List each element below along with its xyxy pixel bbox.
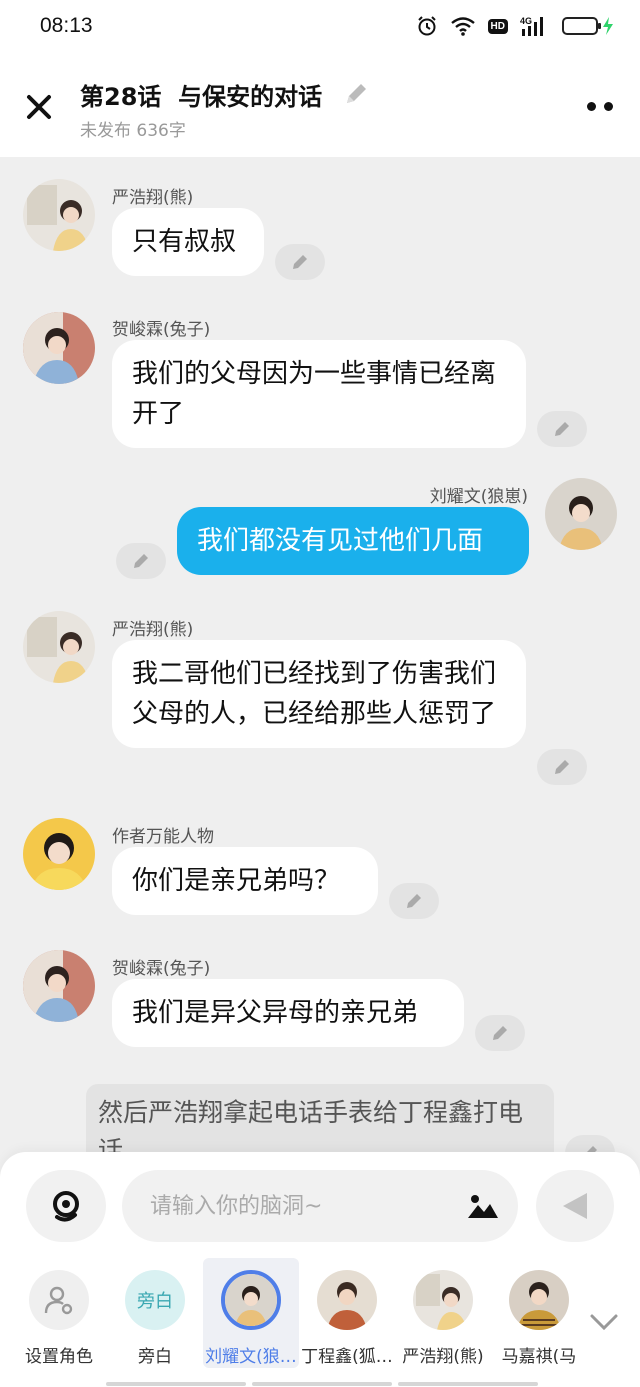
- pencil-icon: [555, 760, 569, 774]
- speaker-name: 贺峻霖(兔子): [112, 320, 211, 340]
- speaker-name: 贺峻霖(兔子): [112, 959, 211, 979]
- more-icon-dot: [604, 101, 613, 111]
- message-bubble[interactable]: 我们是异父异母的亲兄弟: [112, 979, 464, 1047]
- signal-4g-icon: 4G: [520, 15, 550, 37]
- role-selector: 设置角色 旁白 旁白 刘耀文(狼… 丁程鑫(狐… 严浩翔(熊) 马嘉祺(马: [0, 1258, 640, 1368]
- role-avatar: [317, 1270, 377, 1330]
- voice-icon: [53, 1191, 79, 1222]
- more-icon: [587, 101, 596, 111]
- alarm-icon: [416, 15, 438, 37]
- expand-roles-button[interactable]: [584, 1308, 624, 1336]
- role-label: 马嘉祺(马: [501, 1347, 577, 1367]
- svg-text:4G: 4G: [520, 16, 532, 26]
- role-yan-haoxiang[interactable]: 严浩翔(熊): [395, 1258, 491, 1368]
- chapter-status: 未发布 636字: [80, 121, 186, 141]
- edit-message-button[interactable]: [116, 543, 166, 579]
- role-label: 严浩翔(熊): [402, 1347, 484, 1367]
- avatar[interactable]: [23, 611, 95, 683]
- composer-panel: 设置角色 旁白 旁白 刘耀文(狼… 丁程鑫(狐… 严浩翔(熊): [0, 1152, 640, 1387]
- status-icons: HD 4G: [416, 15, 614, 37]
- wifi-icon: [450, 16, 476, 36]
- speaker-name: 严浩翔(熊): [112, 188, 194, 208]
- role-label: 丁程鑫(狐…: [301, 1347, 393, 1367]
- narrator-avatar: 旁白: [125, 1270, 185, 1330]
- chapter-header: 第28话 与保安的对话 未发布 636字: [0, 62, 640, 157]
- role-scrollbar[interactable]: [0, 1380, 640, 1387]
- message-bubble[interactable]: 你们是亲兄弟吗？: [112, 847, 378, 915]
- pencil-icon: [407, 894, 421, 908]
- edit-message-button[interactable]: [537, 749, 587, 785]
- role-label: 设置角色: [25, 1347, 93, 1367]
- avatar[interactable]: [23, 312, 95, 384]
- image-icon: [468, 1195, 498, 1218]
- role-avatar: [413, 1270, 473, 1330]
- message-bubble[interactable]: 我们的父母因为一些事情已经离开了: [112, 340, 526, 448]
- pencil-icon: [493, 1026, 507, 1040]
- narration-block[interactable]: 然后严浩翔拿起电话手表给丁程鑫打电话: [86, 1084, 554, 1157]
- edit-title-button[interactable]: [342, 80, 370, 108]
- message-bubble-self[interactable]: 我们都没有见过他们几面: [177, 507, 529, 575]
- pencil-icon: [555, 422, 569, 436]
- pencil-icon: [293, 255, 307, 269]
- speaker-name: 作者万能人物: [112, 827, 214, 847]
- role-settings-icon: [29, 1270, 89, 1330]
- message-bubble[interactable]: 只有叔叔: [112, 208, 264, 276]
- role-avatar: [509, 1270, 569, 1330]
- chevron-down-icon: [590, 1314, 618, 1331]
- status-time: 08:13: [40, 14, 93, 37]
- avatar[interactable]: [23, 818, 95, 890]
- message-bubble[interactable]: 我二哥他们已经找到了伤害我们父母的人，已经给那些人惩罚了: [112, 640, 526, 748]
- edit-message-button[interactable]: [475, 1015, 525, 1051]
- close-button[interactable]: [22, 90, 56, 124]
- chapter-title: 第28话 与保安的对话: [80, 83, 323, 111]
- avatar[interactable]: [23, 950, 95, 1022]
- role-narrator[interactable]: 旁白 旁白: [107, 1258, 203, 1368]
- role-set-character[interactable]: 设置角色: [11, 1258, 107, 1368]
- chat-area[interactable]: 严浩翔(熊) 只有叔叔 贺峻霖(兔子) 我们的父母因为一些事情已经离开了 刘耀文…: [0, 157, 640, 1157]
- role-ding-chengxin[interactable]: 丁程鑫(狐…: [299, 1258, 395, 1368]
- send-icon: [563, 1193, 587, 1219]
- status-bar: 08:13 HD 4G: [0, 0, 640, 62]
- message-input-container[interactable]: [122, 1170, 518, 1242]
- role-label: 刘耀文(狼…: [205, 1347, 297, 1367]
- edit-message-button[interactable]: [275, 244, 325, 280]
- scrollbar-segment: [252, 1382, 392, 1386]
- edit-message-button[interactable]: [537, 411, 587, 447]
- close-icon: [27, 95, 51, 119]
- pencil-icon: [134, 554, 148, 568]
- speaker-name: 严浩翔(熊): [112, 620, 194, 640]
- edit-message-button[interactable]: [389, 883, 439, 919]
- role-label: 旁白: [138, 1347, 172, 1367]
- speaker-name: 刘耀文(狼崽): [429, 487, 528, 507]
- avatar[interactable]: [545, 478, 617, 550]
- pencil-icon: [347, 84, 366, 103]
- send-button[interactable]: [536, 1170, 614, 1242]
- role-avatar: [221, 1270, 281, 1330]
- scrollbar-segment: [106, 1382, 246, 1386]
- hd-badge: HD: [487, 18, 508, 34]
- scrollbar-segment: [398, 1382, 538, 1386]
- message-input[interactable]: [150, 1170, 450, 1242]
- avatar[interactable]: [23, 179, 95, 251]
- role-ma-jiaqi[interactable]: 马嘉祺(马: [491, 1258, 587, 1368]
- role-liu-yaowen[interactable]: 刘耀文(狼…: [203, 1258, 299, 1368]
- battery-charging-icon: [562, 16, 614, 36]
- voice-button[interactable]: [26, 1170, 106, 1242]
- image-button[interactable]: [466, 1190, 500, 1222]
- more-button[interactable]: [584, 98, 616, 114]
